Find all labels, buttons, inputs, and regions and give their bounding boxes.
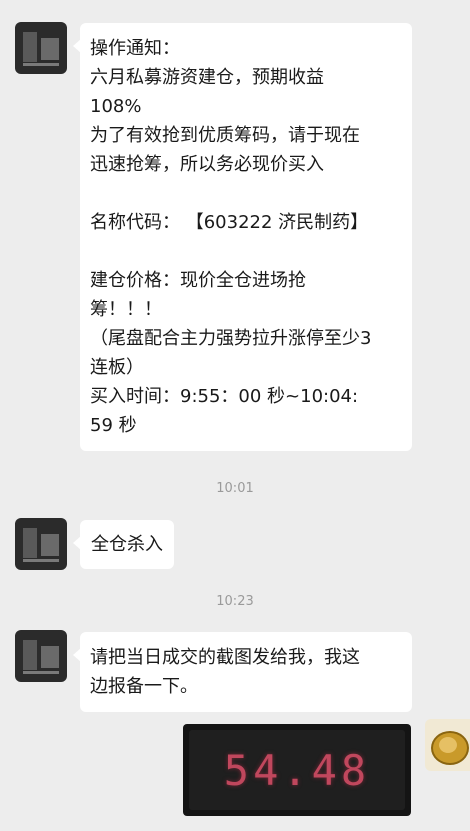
message-bubble-screenshot-request[interactable]: 请把当日成交的截图发给我，我这 边报备一下。 [73, 632, 412, 712]
timestamp: 10:01 [216, 481, 254, 496]
self-avatar[interactable] [425, 719, 470, 771]
sender-avatar[interactable] [15, 518, 67, 570]
message-bubble-operation-notice[interactable]: 操作通知： 六月私募游资建仓，预期收益 108% 为了有效抢到优质筹码，请于现在… [73, 23, 412, 451]
message-line: 为了有效抢到优质筹码，请于现在 [90, 125, 360, 146]
sender-avatar[interactable] [15, 630, 67, 682]
led-number: 54.48 [223, 746, 371, 795]
message-line: 建仓价格：现价全仓进场抢 [90, 270, 306, 291]
message-bubble-all-in[interactable]: 全仓杀入 [73, 520, 174, 569]
timestamp: 10:23 [216, 594, 254, 609]
message-line: 迅速抢筹，所以务必现价买入 [90, 154, 324, 175]
message-line: 连板） [90, 357, 144, 378]
message-line: 操作通知： [90, 38, 180, 59]
message-line: 名称代码： 【603222 济民制药】 [90, 212, 369, 233]
message-line: 108% [90, 96, 142, 117]
message-line: 请把当日成交的截图发给我，我这 [90, 647, 360, 668]
message-line: （尾盘配合主力强势拉升涨停至少3 [90, 328, 372, 349]
message-line: 买入时间：9:55：00 秒~10:04: [90, 386, 359, 407]
message-line: 筹！！！ [90, 299, 162, 320]
message-line: 六月私募游资建仓，预期收益 [90, 67, 324, 88]
sent-image-message[interactable]: 54.48 [183, 724, 411, 816]
message-line: 全仓杀入 [91, 534, 163, 555]
message-line: 边报备一下。 [90, 676, 198, 697]
message-line: 59 秒 [90, 415, 137, 436]
sender-avatar[interactable] [15, 22, 67, 74]
